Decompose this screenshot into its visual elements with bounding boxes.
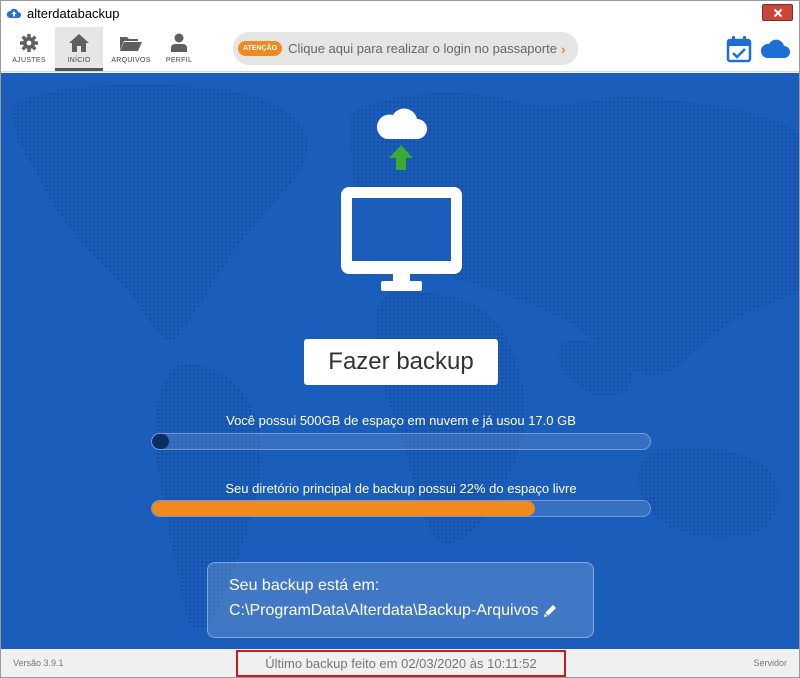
nav-inicio[interactable]: INÍCIO [55,27,103,71]
folder-icon [120,37,142,51]
upload-arrow-icon [389,145,413,170]
nav-label: AJUSTES [12,57,46,64]
backup-location-title: Seu backup está em: [229,577,380,594]
cloud-usage-text: Você possui 500GB de espaço em nuvem e j… [226,413,576,428]
disk-usage-fill [152,501,536,516]
cloud-icon[interactable] [759,37,791,59]
toolbar: AJUSTES INÍCIO ARQUIVOS PERFIL ATENÇÃO C… [1,25,799,72]
home-icon [69,34,89,52]
cloud-usage-fill [152,434,169,449]
nav-label: INÍCIO [67,57,91,64]
close-button[interactable] [762,4,793,21]
cloud-usage-bar [151,433,651,450]
nav-label: PERFIL [165,57,193,64]
last-backup-status: Último backup feito em 02/03/2020 às 10:… [236,650,566,677]
main-panel: Fazer backup Você possui 500GB de espaço… [1,73,799,649]
chevron-right-icon: › [560,40,566,57]
status-bar: Versão 3.9.1 Último backup feito em 02/0… [1,649,799,677]
app-window: alterdatabackup AJUSTES INÍCIO ARQUIVOS … [0,0,800,678]
calendar-check-icon[interactable] [726,35,752,63]
login-notice[interactable]: ATENÇÃO Clique aqui para realizar o logi… [233,32,578,65]
disk-usage-text: Seu diretório principal de backup possui… [225,481,577,496]
backup-illustration [341,108,462,291]
make-backup-button[interactable]: Fazer backup [304,339,498,385]
nav-ajustes[interactable]: AJUSTES [7,27,51,71]
server-label: Servidor [753,658,787,668]
window-title: alterdatabackup [27,5,120,21]
nav-label: ARQUIVOS [111,57,151,64]
disk-usage-bar [151,500,651,517]
monitor-icon [341,187,462,291]
version-text: Versão 3.9.1 [13,658,64,668]
cloud-icon [377,108,427,139]
notice-text: Clique aqui para realizar o login no pas… [288,41,557,56]
backup-location-card: Seu backup está em: C:\ProgramData\Alter… [207,562,594,638]
gear-icon [20,34,38,52]
close-icon [773,8,782,17]
pencil-icon[interactable] [542,603,558,619]
user-icon [171,33,187,52]
title-bar: alterdatabackup [1,1,799,25]
nav-perfil[interactable]: PERFIL [159,27,199,71]
attention-badge: ATENÇÃO [238,41,283,56]
app-cloud-icon [6,8,21,18]
nav-arquivos[interactable]: ARQUIVOS [107,27,155,71]
backup-location-path: C:\ProgramData\Alterdata\Backup-Arquivos [229,602,539,619]
